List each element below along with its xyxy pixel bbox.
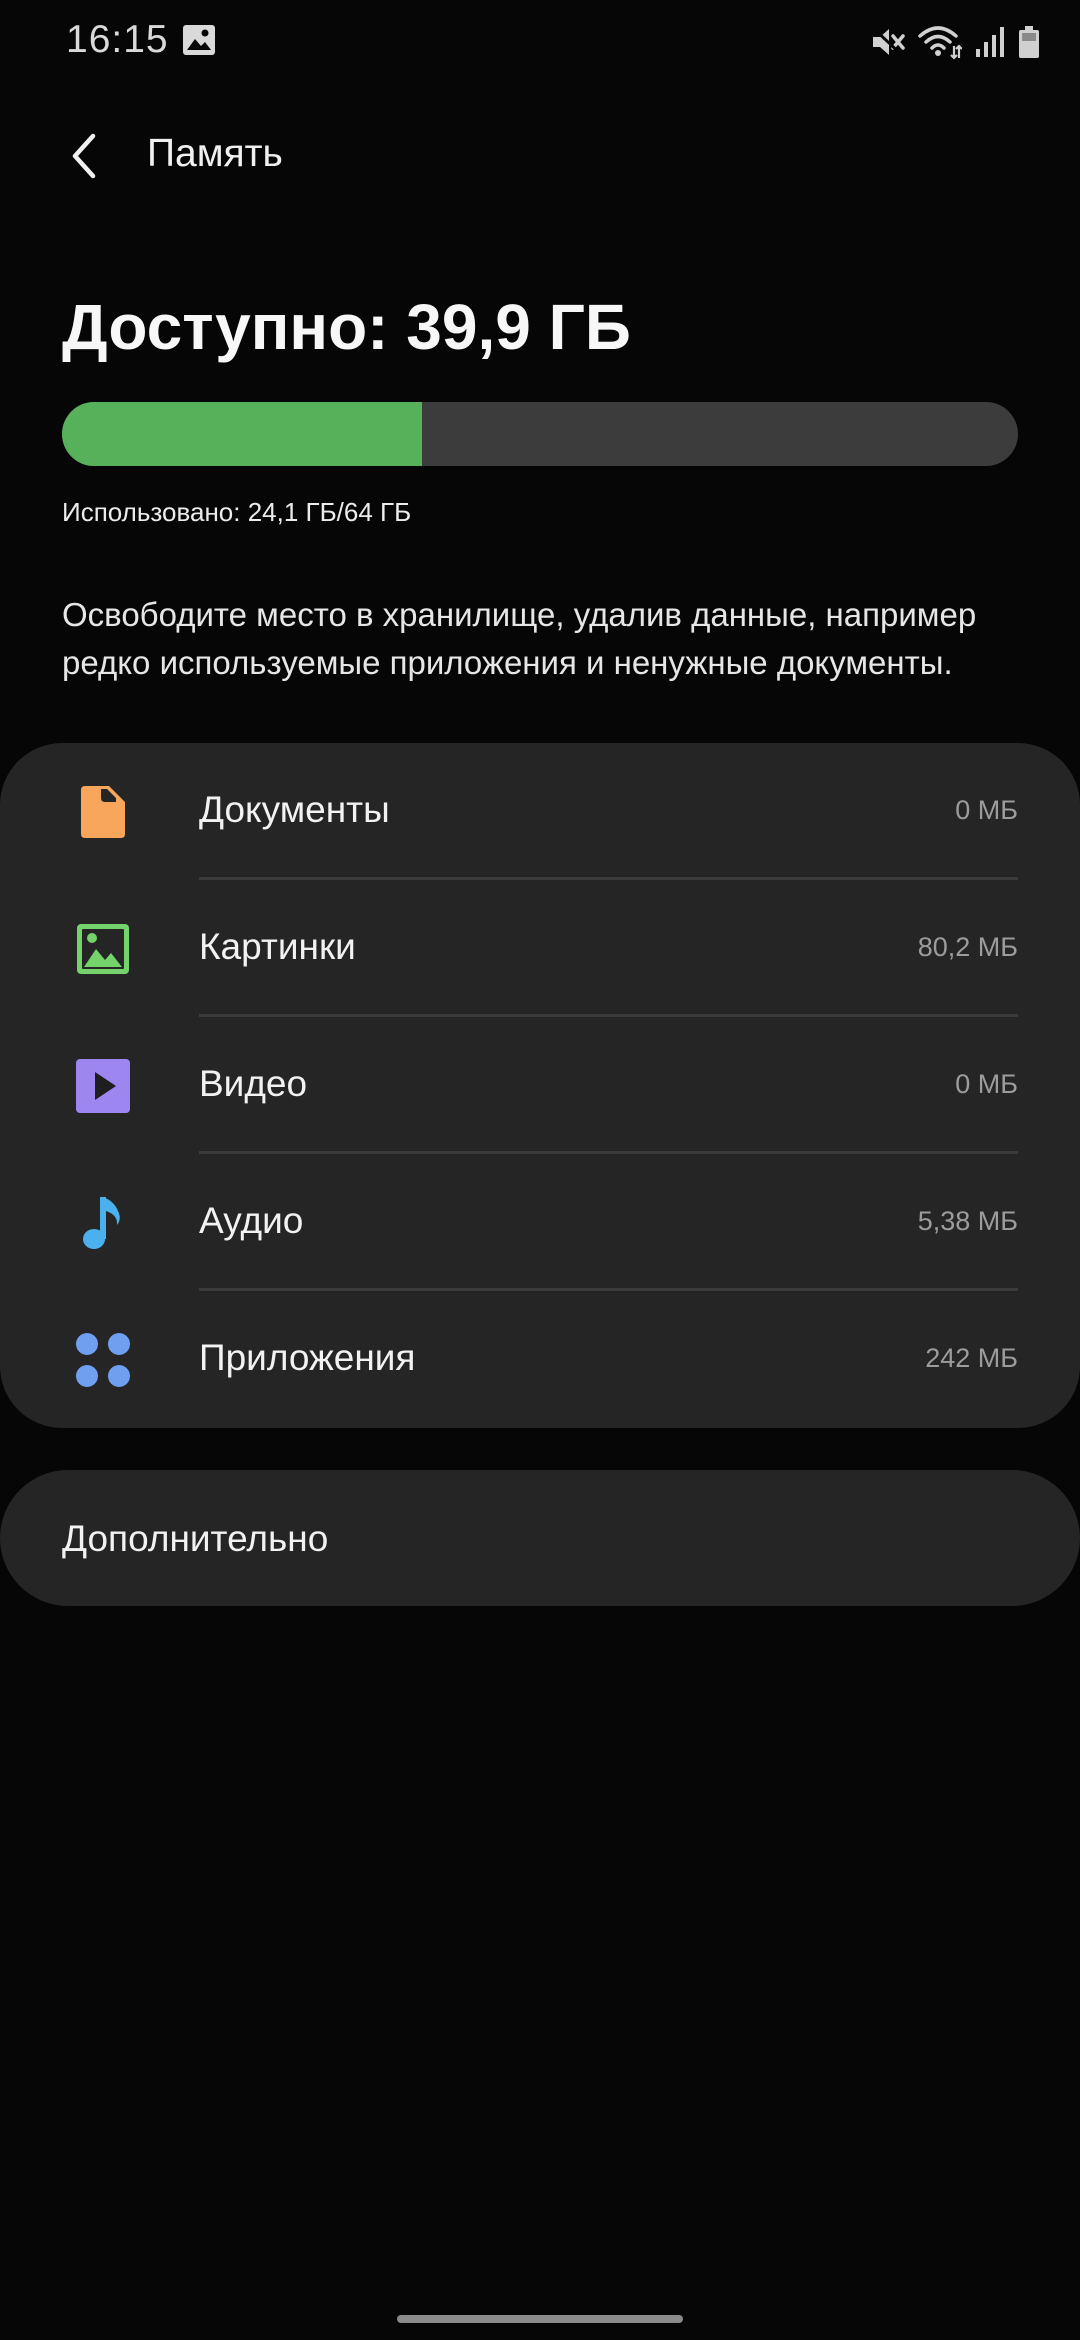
available-storage-heading: Доступно: 39,9 ГБ [62, 291, 631, 363]
categories-card: Документы 0 МБ Картинки 80,2 МБ Видео 0 … [0, 743, 1080, 1428]
category-label: Видео [199, 1063, 308, 1104]
back-button[interactable] [44, 122, 124, 194]
music-note-icon [74, 1194, 132, 1252]
chevron-left-icon [69, 132, 99, 185]
storage-description: Освободите место в хранилище, удалив дан… [62, 596, 977, 681]
category-row-audio[interactable]: Аудио 5,38 МБ [0, 1154, 1080, 1291]
apps-icon [74, 1331, 132, 1389]
category-label: Аудио [199, 1200, 304, 1241]
video-icon [74, 1057, 132, 1115]
storage-progress-fill [62, 402, 423, 466]
document-icon [74, 783, 132, 841]
additional-settings-button[interactable]: Дополнительно [0, 1470, 1080, 1606]
category-row-images[interactable]: Картинки 80,2 МБ [0, 880, 1080, 1017]
signal-icon [974, 25, 1006, 59]
app-bar: Память [0, 112, 1080, 204]
category-label: Приложения [199, 1337, 416, 1378]
category-size: 242 МБ [925, 1343, 1018, 1373]
storage-progress-bar [62, 402, 1018, 466]
category-row-video[interactable]: Видео 0 МБ [0, 1017, 1080, 1154]
status-time: 16:15 [66, 18, 169, 61]
battery-icon [1018, 25, 1040, 59]
category-size: 5,38 МБ [917, 1206, 1018, 1236]
gallery-icon [182, 24, 216, 56]
category-row-apps[interactable]: Приложения 242 МБ [0, 1291, 1080, 1428]
gesture-navigation-bar[interactable] [397, 2315, 683, 2323]
category-size: 0 МБ [955, 795, 1018, 825]
category-row-documents[interactable]: Документы 0 МБ [0, 743, 1080, 880]
page-title: Память [147, 132, 283, 175]
image-icon [74, 920, 132, 978]
category-label: Картинки [199, 926, 356, 967]
mute-icon [870, 25, 906, 59]
wifi-icon [918, 24, 962, 60]
status-icons [870, 22, 1040, 62]
used-storage-text: Использовано: 24,1 ГБ/64 ГБ [62, 497, 412, 527]
status-bar: 16:15 [0, 0, 1080, 84]
category-size: 0 МБ [955, 1069, 1018, 1099]
additional-label: Дополнительно [62, 1518, 329, 1559]
category-size: 80,2 МБ [917, 932, 1018, 962]
category-label: Документы [199, 789, 390, 830]
